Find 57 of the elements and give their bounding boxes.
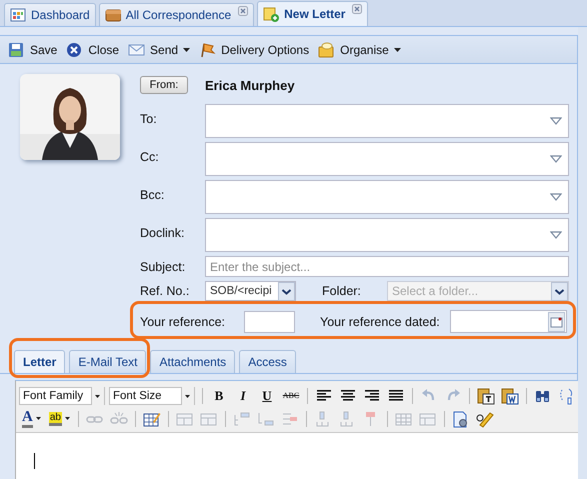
- from-button[interactable]: From:: [140, 76, 188, 94]
- text-cursor: [34, 453, 35, 469]
- dropdown-icon[interactable]: [278, 282, 295, 300]
- tab[interactable]: Attachments: [150, 350, 236, 373]
- reference-field[interactable]: [244, 310, 295, 332]
- recipient-field[interactable]: [205, 104, 569, 138]
- dashboard-icon: [10, 7, 26, 23]
- field-label: Doclink:: [140, 225, 186, 240]
- toolbar-button[interactable]: Organise: [318, 42, 401, 58]
- folder-icon: [318, 42, 336, 58]
- bold-button[interactable]: B: [208, 386, 230, 404]
- field-label: Folder:: [322, 284, 362, 298]
- close-icon: [66, 42, 84, 58]
- save-icon: [8, 42, 25, 58]
- paste-word-icon[interactable]: [500, 386, 520, 404]
- tab[interactable]: E-Mail Text: [69, 350, 146, 373]
- field-label: Cc:: [140, 149, 160, 164]
- paste-icon[interactable]: [476, 386, 496, 404]
- envelope-icon: [128, 42, 146, 58]
- calendar-icon[interactable]: [548, 312, 565, 332]
- italic-button[interactable]: I: [232, 386, 254, 404]
- tab[interactable]: Access: [239, 350, 296, 373]
- recipient-field[interactable]: [205, 142, 569, 176]
- highlight-color-button[interactable]: ab: [46, 412, 73, 426]
- tab[interactable]: Dashboard: [4, 3, 96, 26]
- subject-field[interactable]: Enter the subject...: [205, 256, 569, 277]
- recipient-field[interactable]: [205, 218, 569, 252]
- font-dropdown[interactable]: Font Family: [19, 386, 105, 404]
- tab[interactable]: All Correspondence: [98, 3, 254, 26]
- recipient-field[interactable]: [205, 180, 569, 214]
- field-label: Your reference dated:: [320, 314, 441, 328]
- field-label: Ref. No.:: [140, 284, 190, 298]
- field-label: Your reference:: [140, 314, 226, 328]
- font-color-button[interactable]: A: [19, 410, 44, 428]
- sender-name: Erica Murphey: [205, 78, 295, 92]
- field-label: To:: [140, 111, 158, 126]
- flag-icon: [199, 42, 216, 58]
- tab[interactable]: New Letter: [257, 1, 368, 26]
- field-label: Bcc:: [140, 187, 166, 202]
- pencil-icon[interactable]: [474, 410, 495, 428]
- date-field[interactable]: [450, 310, 567, 333]
- field-label: Subject:: [140, 260, 186, 274]
- close-icon[interactable]: [352, 4, 362, 14]
- toolbar-button[interactable]: Delivery Options: [199, 42, 310, 58]
- underline-button[interactable]: U: [256, 386, 278, 404]
- folder-icon: [104, 7, 121, 23]
- toolbar-button[interactable]: Save: [8, 42, 58, 58]
- strikethrough-button[interactable]: ABC: [280, 386, 302, 404]
- ref-number-dropdown[interactable]: SOB/<recipi: [205, 281, 296, 301]
- new-document-icon: [263, 6, 280, 22]
- caret-icon: [64, 417, 70, 420]
- toolbar-button[interactable]: Send: [128, 42, 190, 58]
- font-dropdown[interactable]: Font Size: [109, 386, 195, 404]
- close-icon[interactable]: [238, 6, 248, 16]
- tab[interactable]: Letter: [14, 350, 66, 373]
- caret-icon: [36, 417, 41, 420]
- toolbar-button[interactable]: Close: [66, 42, 120, 58]
